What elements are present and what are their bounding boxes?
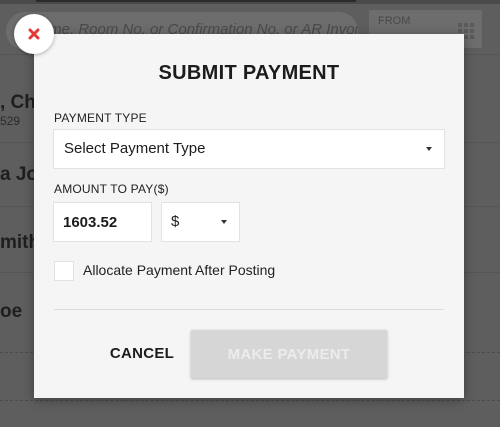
chevron-down-icon <box>221 220 227 224</box>
amount-label: AMOUNT TO PAY($) <box>54 182 169 196</box>
top-bar-accent <box>36 0 356 2</box>
make-payment-button[interactable]: MAKE PAYMENT <box>191 330 387 378</box>
close-icon <box>28 28 40 40</box>
payment-type-value: Select Payment Type <box>64 140 206 157</box>
payment-type-label: PAYMENT TYPE <box>54 111 147 125</box>
date-from-label: FROM <box>378 15 411 27</box>
guest-row-name[interactable]: oe <box>0 301 22 323</box>
dashed-divider <box>0 400 500 402</box>
currency-value: $ <box>171 213 180 230</box>
dialog-title: SUBMIT PAYMENT <box>158 62 340 84</box>
allocate-payment-checkbox[interactable] <box>54 261 74 281</box>
submit-payment-dialog: SUBMIT PAYMENT PAYMENT TYPE Select Payme… <box>34 34 464 398</box>
dialog-divider <box>54 309 444 310</box>
close-button[interactable] <box>14 14 54 54</box>
chevron-down-icon <box>426 147 432 151</box>
currency-select[interactable]: $ <box>161 202 240 242</box>
amount-input[interactable] <box>53 202 152 242</box>
allocate-payment-label[interactable]: Allocate Payment After Posting <box>83 262 275 278</box>
guest-row-sub: 529 <box>0 114 21 128</box>
cancel-button[interactable]: CANCEL <box>92 331 192 375</box>
payment-type-select[interactable]: Select Payment Type <box>53 129 445 169</box>
